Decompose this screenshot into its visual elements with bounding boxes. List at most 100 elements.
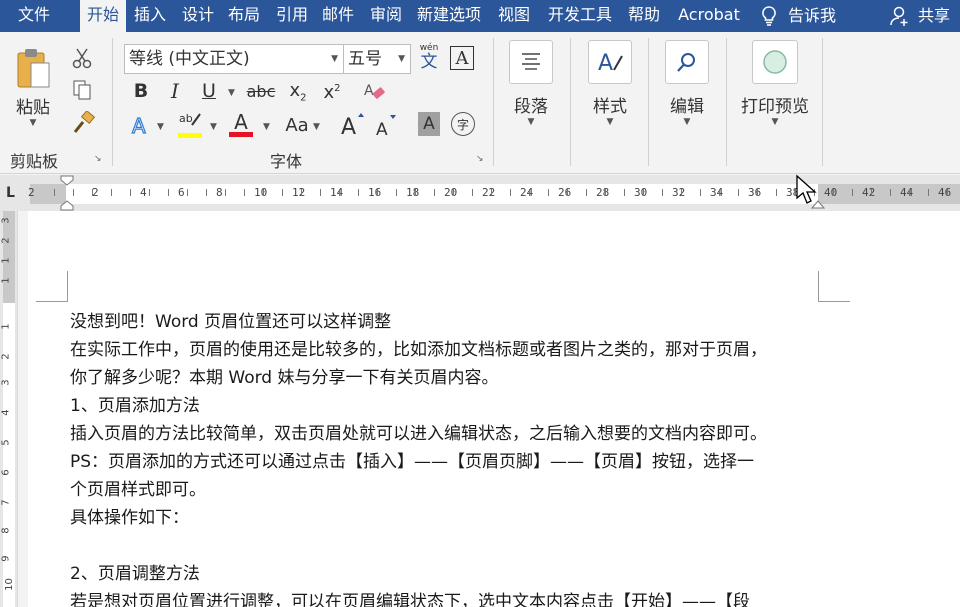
vruler-number: 1: [0, 323, 12, 330]
change-case-button[interactable]: Aa: [282, 112, 312, 138]
text-effects-dropdown-icon[interactable]: ▼: [157, 122, 164, 132]
superscript-button[interactable]: x2: [320, 79, 344, 105]
styles-button[interactable]: A 样式 ▼: [582, 40, 638, 127]
ruler-tick: [548, 189, 549, 196]
bold-icon: B: [133, 80, 149, 102]
shrink-font-icon: A: [376, 115, 396, 137]
underline-button[interactable]: U: [198, 79, 220, 103]
group-divider: [112, 38, 113, 166]
ruler-tick: [738, 189, 739, 196]
editing-button[interactable]: 编辑 ▼: [659, 40, 715, 127]
crop-mark: [818, 301, 850, 302]
tab-developer[interactable]: 开发工具: [540, 0, 620, 32]
strikethrough-button[interactable]: abc: [246, 79, 276, 103]
tab-home[interactable]: 开始: [80, 0, 126, 34]
character-shading-button[interactable]: A: [418, 112, 440, 136]
ruler-tick: [624, 189, 625, 196]
svg-text:A: A: [376, 120, 388, 137]
clipboard-launcher-icon[interactable]: ↘: [94, 154, 104, 164]
ruler-tick: [928, 189, 929, 196]
ruler-tick: [586, 189, 587, 196]
ruler-tick: [54, 189, 55, 196]
tab-review[interactable]: 审阅: [364, 0, 408, 32]
document-line[interactable]: PS：页眉添加的方式还可以通过点击【插入】——【页眉页脚】——【页眉】按钮，选择…: [70, 447, 754, 472]
tab-design[interactable]: 设计: [176, 0, 220, 32]
document-line[interactable]: 1、页眉添加方法: [70, 391, 200, 416]
copy-button[interactable]: [70, 78, 94, 102]
enclose-characters-button[interactable]: 字: [451, 112, 475, 136]
highlight-button[interactable]: ab: [176, 110, 204, 138]
font-name-value: 等线 (中文正文): [129, 49, 250, 69]
font-launcher-icon[interactable]: ↘: [476, 154, 486, 164]
clear-formatting-button[interactable]: A: [360, 79, 388, 105]
tell-me-box[interactable]: 告诉我: [760, 0, 856, 32]
print-preview-button[interactable]: 打印预览 ▼: [734, 40, 816, 127]
font-name-dropdown-icon: ▼: [331, 54, 338, 64]
format-painter-button[interactable]: [70, 110, 96, 136]
ruler-number: 40: [824, 186, 838, 199]
text-effects-button[interactable]: A: [128, 112, 154, 138]
document-line[interactable]: 你了解多少呢？本期 Word 妹与分享一下有关页眉内容。: [70, 363, 499, 388]
group-divider: [726, 38, 727, 166]
font-color-dropdown-icon[interactable]: ▼: [263, 122, 270, 132]
vruler-number: 10: [3, 578, 15, 591]
share-button[interactable]: 共享: [888, 0, 960, 32]
ruler-tick: [225, 189, 226, 196]
document-line[interactable]: 在实际工作中，页眉的使用还是比较多的，比如添加文档标题或者图片之类的，那对于页眉…: [70, 335, 767, 360]
tab-references[interactable]: 引用: [270, 0, 314, 32]
subscript-button[interactable]: x2: [286, 79, 310, 105]
subscript-icon: x2: [289, 80, 307, 104]
paste-label: 粘贴: [16, 98, 50, 118]
horizontal-ruler[interactable]: 2 2 4 6 8 10 12 14 16 18 20 22 24 26 28 30 32 34 36 38 40 42 4…: [28, 175, 960, 211]
bold-button[interactable]: B: [130, 79, 152, 103]
paste-button[interactable]: 粘贴 ▼: [6, 46, 60, 128]
change-case-dropdown-icon[interactable]: ▼: [313, 122, 320, 132]
search-icon: [677, 53, 695, 72]
tab-view[interactable]: 视图: [492, 0, 536, 32]
vertical-ruler[interactable]: 3 2 1 1 1 2 3 4 5 6 7 8 9 10: [0, 211, 18, 607]
tab-new-options[interactable]: 新建选项: [410, 0, 488, 32]
character-border-button[interactable]: A: [450, 46, 474, 70]
document-title-line[interactable]: 没想到吧！Word 页眉位置还可以这样调整: [70, 307, 391, 332]
vruler-number: 9: [0, 555, 12, 562]
paragraph-button[interactable]: 段落 ▼: [503, 40, 559, 127]
grow-font-button[interactable]: A: [338, 110, 366, 138]
cut-button[interactable]: [70, 46, 94, 70]
document-line[interactable]: 2、页眉调整方法: [70, 559, 200, 584]
shrink-font-button[interactable]: A: [372, 112, 398, 138]
ruler-number: 16: [368, 186, 382, 199]
underline-dropdown-icon[interactable]: ▼: [228, 88, 235, 98]
font-size-select[interactable]: 五号 ▼: [343, 44, 411, 74]
tab-help[interactable]: 帮助: [622, 0, 666, 32]
ruler-number: 44: [900, 186, 914, 199]
document-line[interactable]: 个页眉样式即可。: [70, 475, 206, 500]
print-preview-icon: [763, 50, 787, 74]
font-color-button[interactable]: A: [228, 110, 254, 138]
tab-acrobat[interactable]: Acrobat: [670, 0, 748, 32]
document-line[interactable]: 具体操作如下：: [70, 503, 189, 528]
phonetic-guide-button[interactable]: wén 文: [416, 42, 442, 72]
paragraph-icon-box: [509, 40, 553, 84]
tab-file[interactable]: 文件: [0, 0, 68, 32]
tab-selector[interactable]: L: [0, 175, 30, 211]
ruler-number: 36: [748, 186, 762, 199]
ruler-tick: [263, 189, 264, 196]
font-name-select[interactable]: 等线 (中文正文) ▼: [124, 44, 344, 74]
ruler-number: 6: [178, 186, 185, 199]
indent-markers-icon[interactable]: [60, 175, 74, 211]
text-effects-icon: A: [131, 113, 146, 137]
ruler-number: 22: [482, 186, 496, 199]
tab-mailings[interactable]: 邮件: [316, 0, 360, 32]
highlight-dropdown-icon[interactable]: ▼: [210, 122, 217, 132]
document-page[interactable]: 没想到吧！Word 页眉位置还可以这样调整 在实际工作中，页眉的使用还是比较多的…: [28, 211, 960, 607]
italic-button[interactable]: I: [164, 79, 186, 103]
tab-insert[interactable]: 插入: [128, 0, 172, 32]
svg-text:ab: ab: [179, 112, 193, 125]
tab-layout[interactable]: 布局: [222, 0, 266, 32]
document-line[interactable]: 若是想对页眉位置进行调整，可以在页眉编辑状态下，选中文本内容点击【开始】——【段: [70, 587, 750, 607]
ruler-tick: [662, 189, 663, 196]
ruler-tick: [681, 189, 682, 196]
paste-dropdown-arrow[interactable]: ▼: [6, 118, 60, 128]
ruler-number: 14: [330, 186, 344, 199]
document-line[interactable]: 插入页眉的方法比较简单，双击页眉处就可以进入编辑状态，之后输入想要的文档内容即可…: [70, 419, 767, 444]
